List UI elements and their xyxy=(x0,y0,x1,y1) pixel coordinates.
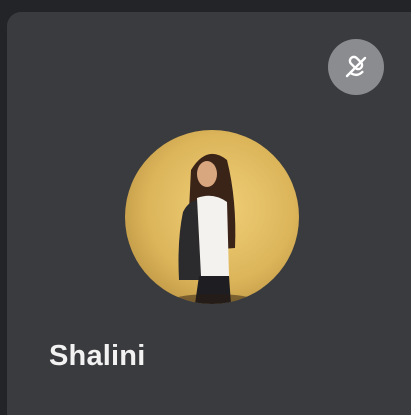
profile-photo xyxy=(125,130,299,304)
avatar xyxy=(125,130,299,304)
participant-tile[interactable]: Shalini xyxy=(7,12,411,415)
mute-indicator xyxy=(328,39,384,95)
meeting-stage: Shalini xyxy=(0,0,411,415)
microphone-muted-icon xyxy=(345,55,367,78)
participant-name: Shalini xyxy=(49,340,146,372)
